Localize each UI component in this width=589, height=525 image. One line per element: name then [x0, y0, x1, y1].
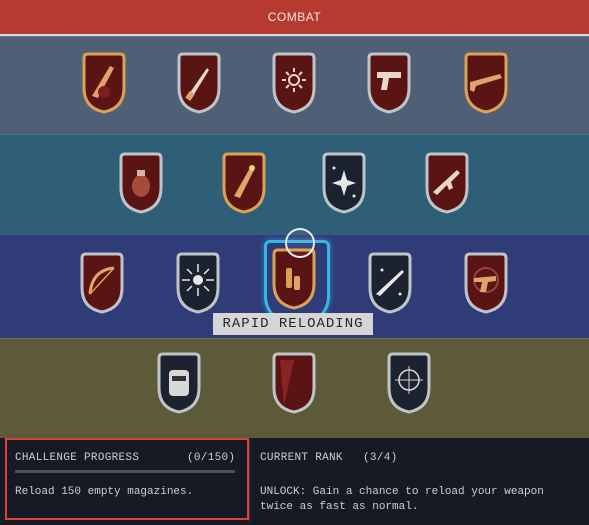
info-divider: [249, 440, 250, 522]
skill-sparkle[interactable]: [320, 152, 368, 214]
skill-shotgun[interactable]: [462, 52, 510, 114]
skill-grenade[interactable]: [117, 152, 165, 214]
rank-title: CURRENT RANK: [260, 452, 343, 464]
challenge-count: (0/150): [187, 452, 236, 464]
skill-crosshair[interactable]: [385, 352, 433, 414]
skill-knife[interactable]: [175, 52, 223, 114]
skill-revolver-scope[interactable]: [462, 252, 510, 314]
skill-rifle-grip[interactable]: [80, 52, 128, 114]
challenge-title: CHALLENGE PROGRESS: [15, 452, 140, 464]
category-title: COMBAT: [267, 10, 322, 24]
skill-missile[interactable]: [220, 152, 268, 214]
skill-tier-2: [0, 134, 589, 234]
category-header: COMBAT: [0, 0, 589, 36]
challenge-panel: [5, 438, 249, 520]
skill-assault-rifle[interactable]: [423, 152, 471, 214]
skill-pistol[interactable]: [365, 52, 413, 114]
skill-sun-burst[interactable]: [270, 52, 318, 114]
rank-count: (3/4): [363, 452, 398, 464]
challenge-progress-bar: [15, 470, 235, 473]
skill-sniper-rifle[interactable]: [366, 252, 414, 314]
skill-tooltip: RAPID RELOADING: [213, 313, 373, 335]
challenge-description: Reload 150 empty magazines.: [15, 486, 194, 498]
skill-radiant-sun[interactable]: [174, 252, 222, 314]
skill-raccoon[interactable]: [155, 352, 203, 414]
rank-description: UNLOCK: Gain a chance to reload your wea…: [260, 486, 544, 513]
skill-tooltip-label: RAPID RELOADING: [222, 316, 364, 332]
skill-armor-panel[interactable]: [270, 352, 318, 414]
skill-bow[interactable]: [78, 252, 126, 314]
skill-rapid-reloading[interactable]: [264, 240, 330, 326]
cursor-ring: [285, 228, 315, 258]
